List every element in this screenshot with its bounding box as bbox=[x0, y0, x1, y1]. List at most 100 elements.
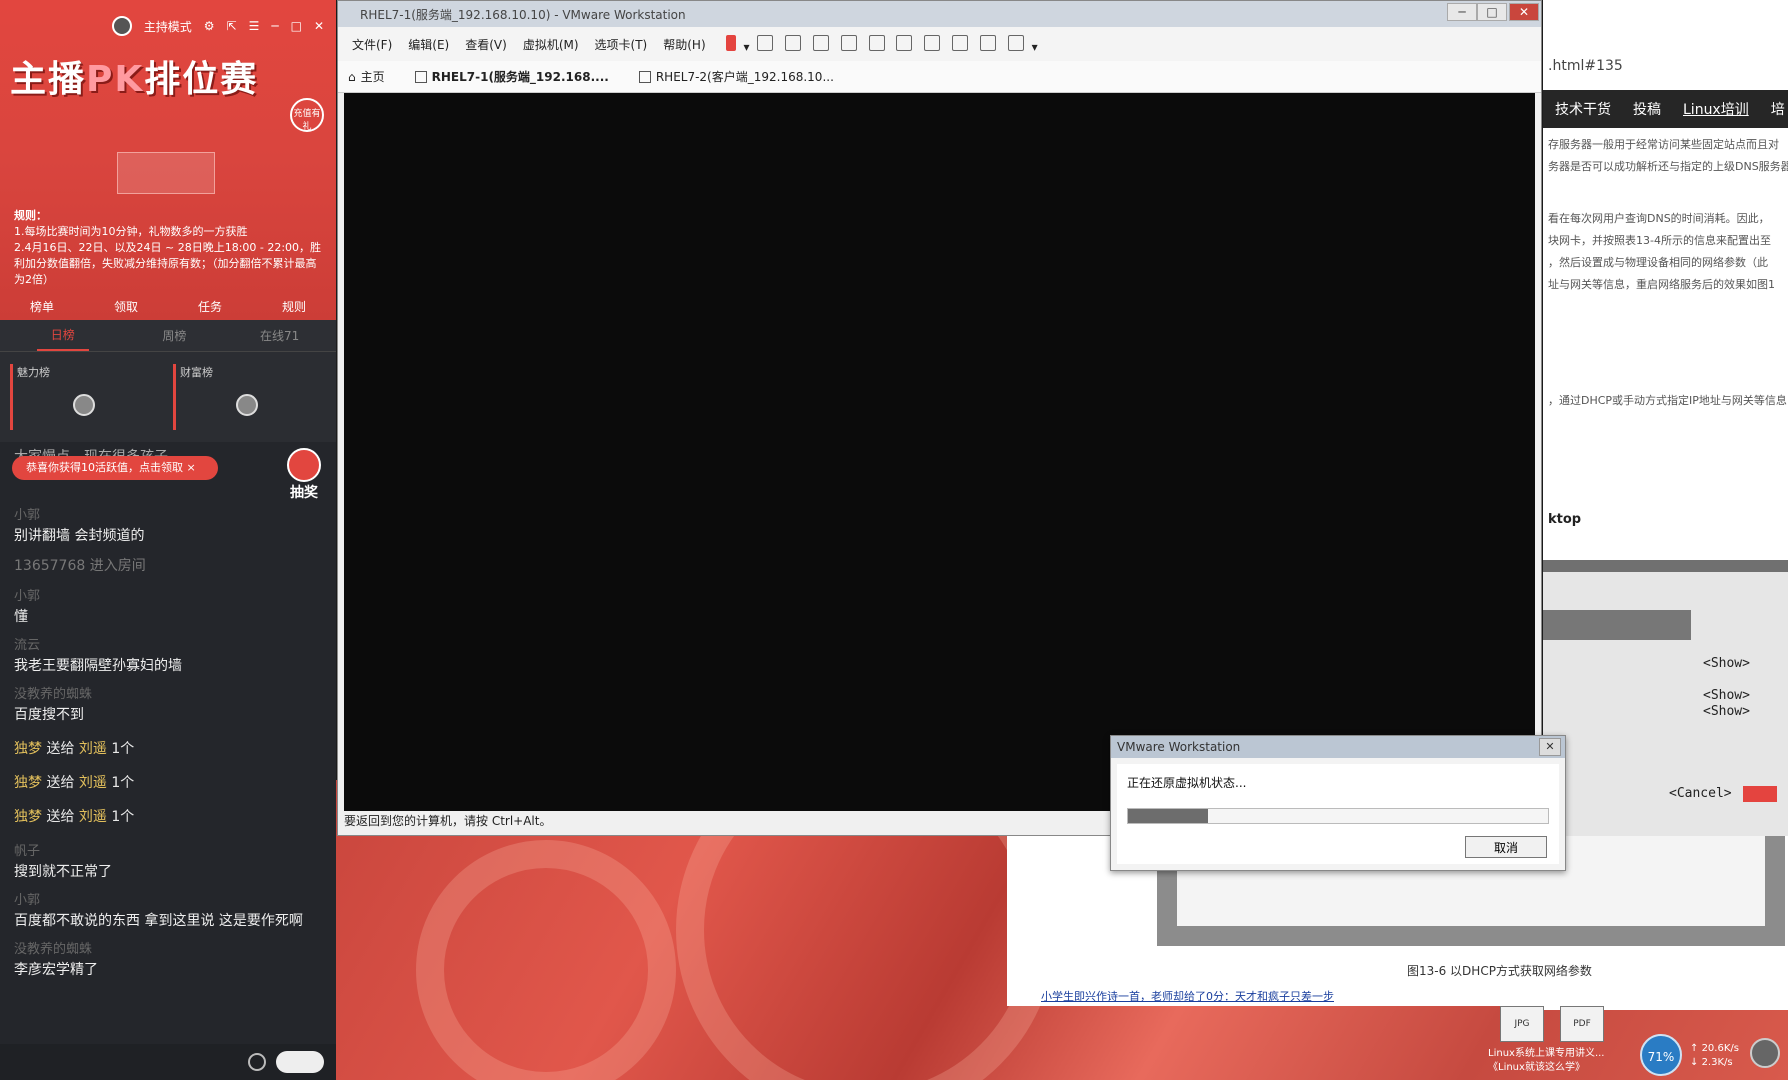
live-stream-panel: 主持模式 ⚙ ⇱ ☰ ─ □ ✕ 主播PK排位赛 充值有礼 规则： 1.每场比赛… bbox=[0, 0, 336, 1080]
nav-more[interactable]: 培 bbox=[1771, 99, 1785, 119]
close-notice-icon[interactable]: × bbox=[187, 461, 196, 474]
pause-icon[interactable] bbox=[725, 34, 736, 51]
jpg-file-icon[interactable]: JPG bbox=[1500, 1006, 1544, 1042]
menu-tabs[interactable]: 选项卡(T) bbox=[595, 36, 648, 53]
cancel-option: <Cancel> bbox=[1669, 786, 1732, 801]
send-keys-icon[interactable] bbox=[757, 34, 774, 51]
chat-message: 小郭 别讲翻墙 会封频道的 bbox=[14, 508, 145, 544]
single-view-icon[interactable] bbox=[896, 34, 913, 51]
toolbar: ▾ ▾ bbox=[722, 34, 1038, 54]
dialog-close-button[interactable]: ✕ bbox=[1539, 738, 1561, 756]
rank-boards: 魅力榜 财富榜 bbox=[0, 352, 336, 442]
chat-message: 13657768 进入房间 bbox=[14, 558, 146, 574]
menu-vm[interactable]: 虚拟机(M) bbox=[523, 36, 579, 53]
fullscreen-icon[interactable] bbox=[924, 34, 941, 51]
menu-edit[interactable]: 编辑(E) bbox=[408, 36, 449, 53]
ok-option bbox=[1743, 786, 1777, 802]
menu-file[interactable]: 文件(F) bbox=[352, 36, 392, 53]
nav-rules[interactable]: 规则 bbox=[282, 298, 306, 315]
tab-weekly[interactable]: 周榜 bbox=[162, 327, 186, 344]
home-icon: ⌂ bbox=[348, 69, 356, 84]
restore-progress bbox=[1127, 808, 1549, 824]
user-avatar[interactable] bbox=[1750, 1038, 1780, 1068]
tab-daily[interactable]: 日榜 bbox=[36, 320, 89, 351]
vm-status-hint: 要返回到您的计算机，请按 Ctrl+Alt。 bbox=[344, 814, 552, 828]
library-icon[interactable] bbox=[868, 34, 885, 51]
tab-online[interactable]: 在线71 bbox=[260, 327, 299, 344]
gift-message: 独梦 送给 刘遥 1个 bbox=[14, 775, 135, 791]
vm-icon bbox=[638, 70, 651, 83]
nav-claim[interactable]: 领取 bbox=[114, 298, 138, 315]
menu-view[interactable]: 查看(V) bbox=[465, 36, 507, 53]
file-label: Linux系统上课专用讲义... bbox=[1488, 1048, 1605, 1059]
nav-submit[interactable]: 投稿 bbox=[1633, 99, 1661, 119]
minimize-button[interactable]: ─ bbox=[1447, 3, 1477, 21]
file-label: 《Linux就该这么学》 bbox=[1488, 1062, 1585, 1073]
chat-list: 大家慢点，现在很多孩子 小郭别讲翻墙 会封频道的 13657768 进入房间 小… bbox=[0, 442, 336, 991]
console-icon[interactable] bbox=[979, 34, 996, 51]
settings-icon[interactable]: ⚙ bbox=[204, 19, 215, 33]
chevron-down-icon[interactable]: ▾ bbox=[743, 40, 749, 54]
charm-board[interactable]: 魅力榜 bbox=[10, 364, 163, 430]
unity-icon[interactable] bbox=[952, 34, 969, 51]
menu-icon[interactable]: ☰ bbox=[249, 19, 260, 33]
desktop-label: ktop bbox=[1548, 512, 1582, 527]
host-mode-label[interactable]: 主持模式 bbox=[144, 18, 192, 35]
restore-dialog: VMware Workstation ✕ 正在还原虚拟机状态... 取消 bbox=[1110, 735, 1566, 871]
close-icon[interactable]: ✕ bbox=[314, 19, 324, 33]
show-option: <Show> bbox=[1703, 656, 1750, 671]
wealth-board[interactable]: 财富榜 bbox=[173, 364, 326, 430]
close-button[interactable]: ✕ bbox=[1509, 3, 1539, 21]
window-title: RHEL7-1(服务端_192.168.10.10) - VMware Work… bbox=[360, 7, 686, 22]
show-option: <Show> bbox=[1703, 688, 1750, 703]
tab-rhel7-2[interactable]: RHEL7-2(客户端_192.168.10... bbox=[638, 68, 834, 85]
nav-leaderboard[interactable]: 榜单 bbox=[30, 298, 54, 315]
rules-text: 规则： 1.每场比赛时间为10分钟，礼物数多的一方获胜 2.4月16日、22日、… bbox=[14, 209, 322, 286]
vm-console[interactable] bbox=[344, 93, 1535, 811]
chat-message: 没教养的蜘蛛 李彦宏学精了 bbox=[14, 942, 98, 978]
page-url: .html#135 bbox=[1548, 58, 1623, 74]
vm-icon bbox=[414, 70, 427, 83]
chat-message: 帆子 搜到就不正常了 bbox=[14, 844, 112, 880]
maximize-icon[interactable]: □ bbox=[291, 19, 302, 33]
chat-message: 小郭 百度都不敢说的东西 拿到这里说 这是要作死啊 bbox=[14, 893, 303, 929]
nav-tech[interactable]: 技术干货 bbox=[1555, 99, 1611, 119]
event-nav: 榜单 领取 任务 规则 bbox=[0, 298, 336, 315]
battery-gauge[interactable]: 71% bbox=[1640, 1034, 1682, 1076]
send-button[interactable] bbox=[276, 1051, 324, 1073]
network-speed: ↑ 20.6K/s ↓ 2.3K/s bbox=[1690, 1043, 1739, 1068]
rank-tabs: 日榜 周榜 在线71 bbox=[0, 320, 336, 352]
popout-icon[interactable]: ⇱ bbox=[227, 19, 237, 33]
minimize-icon[interactable]: ─ bbox=[271, 19, 278, 33]
host-avatar[interactable] bbox=[111, 16, 132, 36]
stretch-icon[interactable] bbox=[1007, 34, 1024, 51]
snapshot-manager-icon[interactable] bbox=[840, 34, 857, 51]
top-fan-avatar bbox=[73, 394, 95, 416]
join-button[interactable] bbox=[117, 152, 215, 194]
nav-tasks[interactable]: 任务 bbox=[198, 298, 222, 315]
article-text: 看在每次网用户查询DNS的时间消耗。因此， bbox=[1548, 212, 1770, 225]
vm-titlebar: RHEL7-1(服务端_192.168.10.10) - VMware Work… bbox=[338, 1, 1541, 27]
reward-notice[interactable]: 恭喜你获得10活跃值，点击领取 × bbox=[12, 456, 218, 480]
snapshot-icon[interactable] bbox=[785, 34, 802, 51]
dialog-body: 正在还原虚拟机状态... 取消 bbox=[1117, 764, 1559, 864]
tab-home[interactable]: ⌂ 主页 bbox=[348, 68, 385, 85]
menu-help[interactable]: 帮助(H) bbox=[663, 36, 705, 53]
emoji-icon[interactable] bbox=[248, 1053, 266, 1071]
cancel-button[interactable]: 取消 bbox=[1465, 836, 1547, 858]
dialog-message: 正在还原虚拟机状态... bbox=[1127, 776, 1247, 790]
article-text: ，然后设置成与物理设备相同的网络参数（此 bbox=[1548, 256, 1768, 269]
article-link[interactable]: 小学生即兴作诗一首，老师却给了0分：天才和疯子只差一步 bbox=[1041, 988, 1334, 1004]
recharge-badge[interactable]: 充值有礼 bbox=[290, 98, 324, 132]
chevron-down-icon[interactable]: ▾ bbox=[1032, 40, 1038, 54]
gift-message: 独梦 送给 刘遥 1个 bbox=[14, 809, 135, 825]
maximize-button[interactable]: □ bbox=[1477, 3, 1507, 21]
lottery-button[interactable]: 抽奖 bbox=[282, 448, 326, 501]
pdf-file-icon[interactable]: PDF bbox=[1560, 1006, 1604, 1042]
progress-fill bbox=[1128, 809, 1208, 823]
tab-rhel7-1[interactable]: RHEL7-1(服务端_192.168.... bbox=[414, 68, 609, 85]
show-option: <Show> bbox=[1703, 704, 1750, 719]
revert-snapshot-icon[interactable] bbox=[812, 34, 829, 51]
site-nav: 技术干货 投稿 Linux培训 培 bbox=[1543, 90, 1788, 128]
nav-linux-training[interactable]: Linux培训 bbox=[1683, 99, 1749, 119]
